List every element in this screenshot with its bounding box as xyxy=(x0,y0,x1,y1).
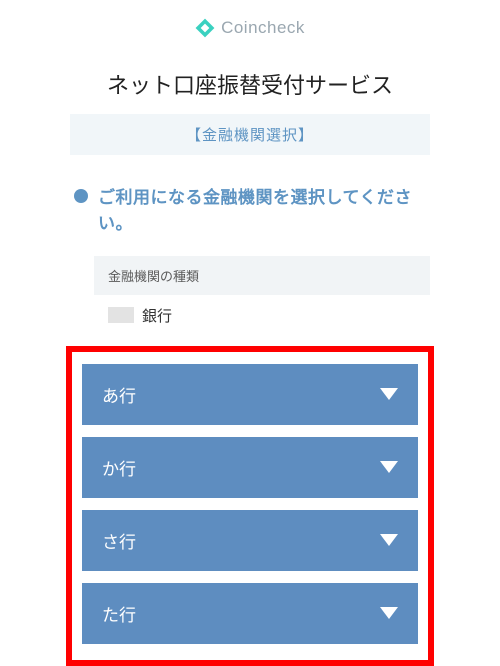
accordion-row-sa[interactable]: さ行 xyxy=(82,510,418,571)
chevron-down-icon xyxy=(380,388,398,400)
brand-logo: Coincheck xyxy=(70,18,430,38)
brand-name: Coincheck xyxy=(221,18,305,38)
chevron-down-icon xyxy=(380,607,398,619)
coincheck-logo-icon xyxy=(195,18,215,38)
section-header: 【金融機関選択】 xyxy=(70,114,430,155)
bullet-icon xyxy=(74,189,88,203)
instruction-text: ご利用になる金融機関を選択してください。 xyxy=(98,185,426,238)
accordion-label: さ行 xyxy=(102,528,136,553)
instruction: ご利用になる金融機関を選択してください。 xyxy=(70,185,430,238)
chevron-down-icon xyxy=(380,461,398,473)
page-title: ネット口座振替受付サービス xyxy=(70,68,430,100)
institution-type-value: 銀行 xyxy=(94,295,430,338)
accordion-row-ta[interactable]: た行 xyxy=(82,583,418,644)
institution-type-text: 銀行 xyxy=(142,305,172,326)
accordion-label: か行 xyxy=(102,455,136,480)
accordion-label: あ行 xyxy=(102,382,136,407)
accordion-row-ka[interactable]: か行 xyxy=(82,437,418,498)
highlight-box: あ行 か行 さ行 た行 xyxy=(66,346,434,666)
institution-type-label: 金融機関の種類 xyxy=(94,256,430,295)
accordion-row-a[interactable]: あ行 xyxy=(82,364,418,425)
accordion-label: た行 xyxy=(102,601,136,626)
redacted-swatch xyxy=(108,307,134,323)
chevron-down-icon xyxy=(380,534,398,546)
